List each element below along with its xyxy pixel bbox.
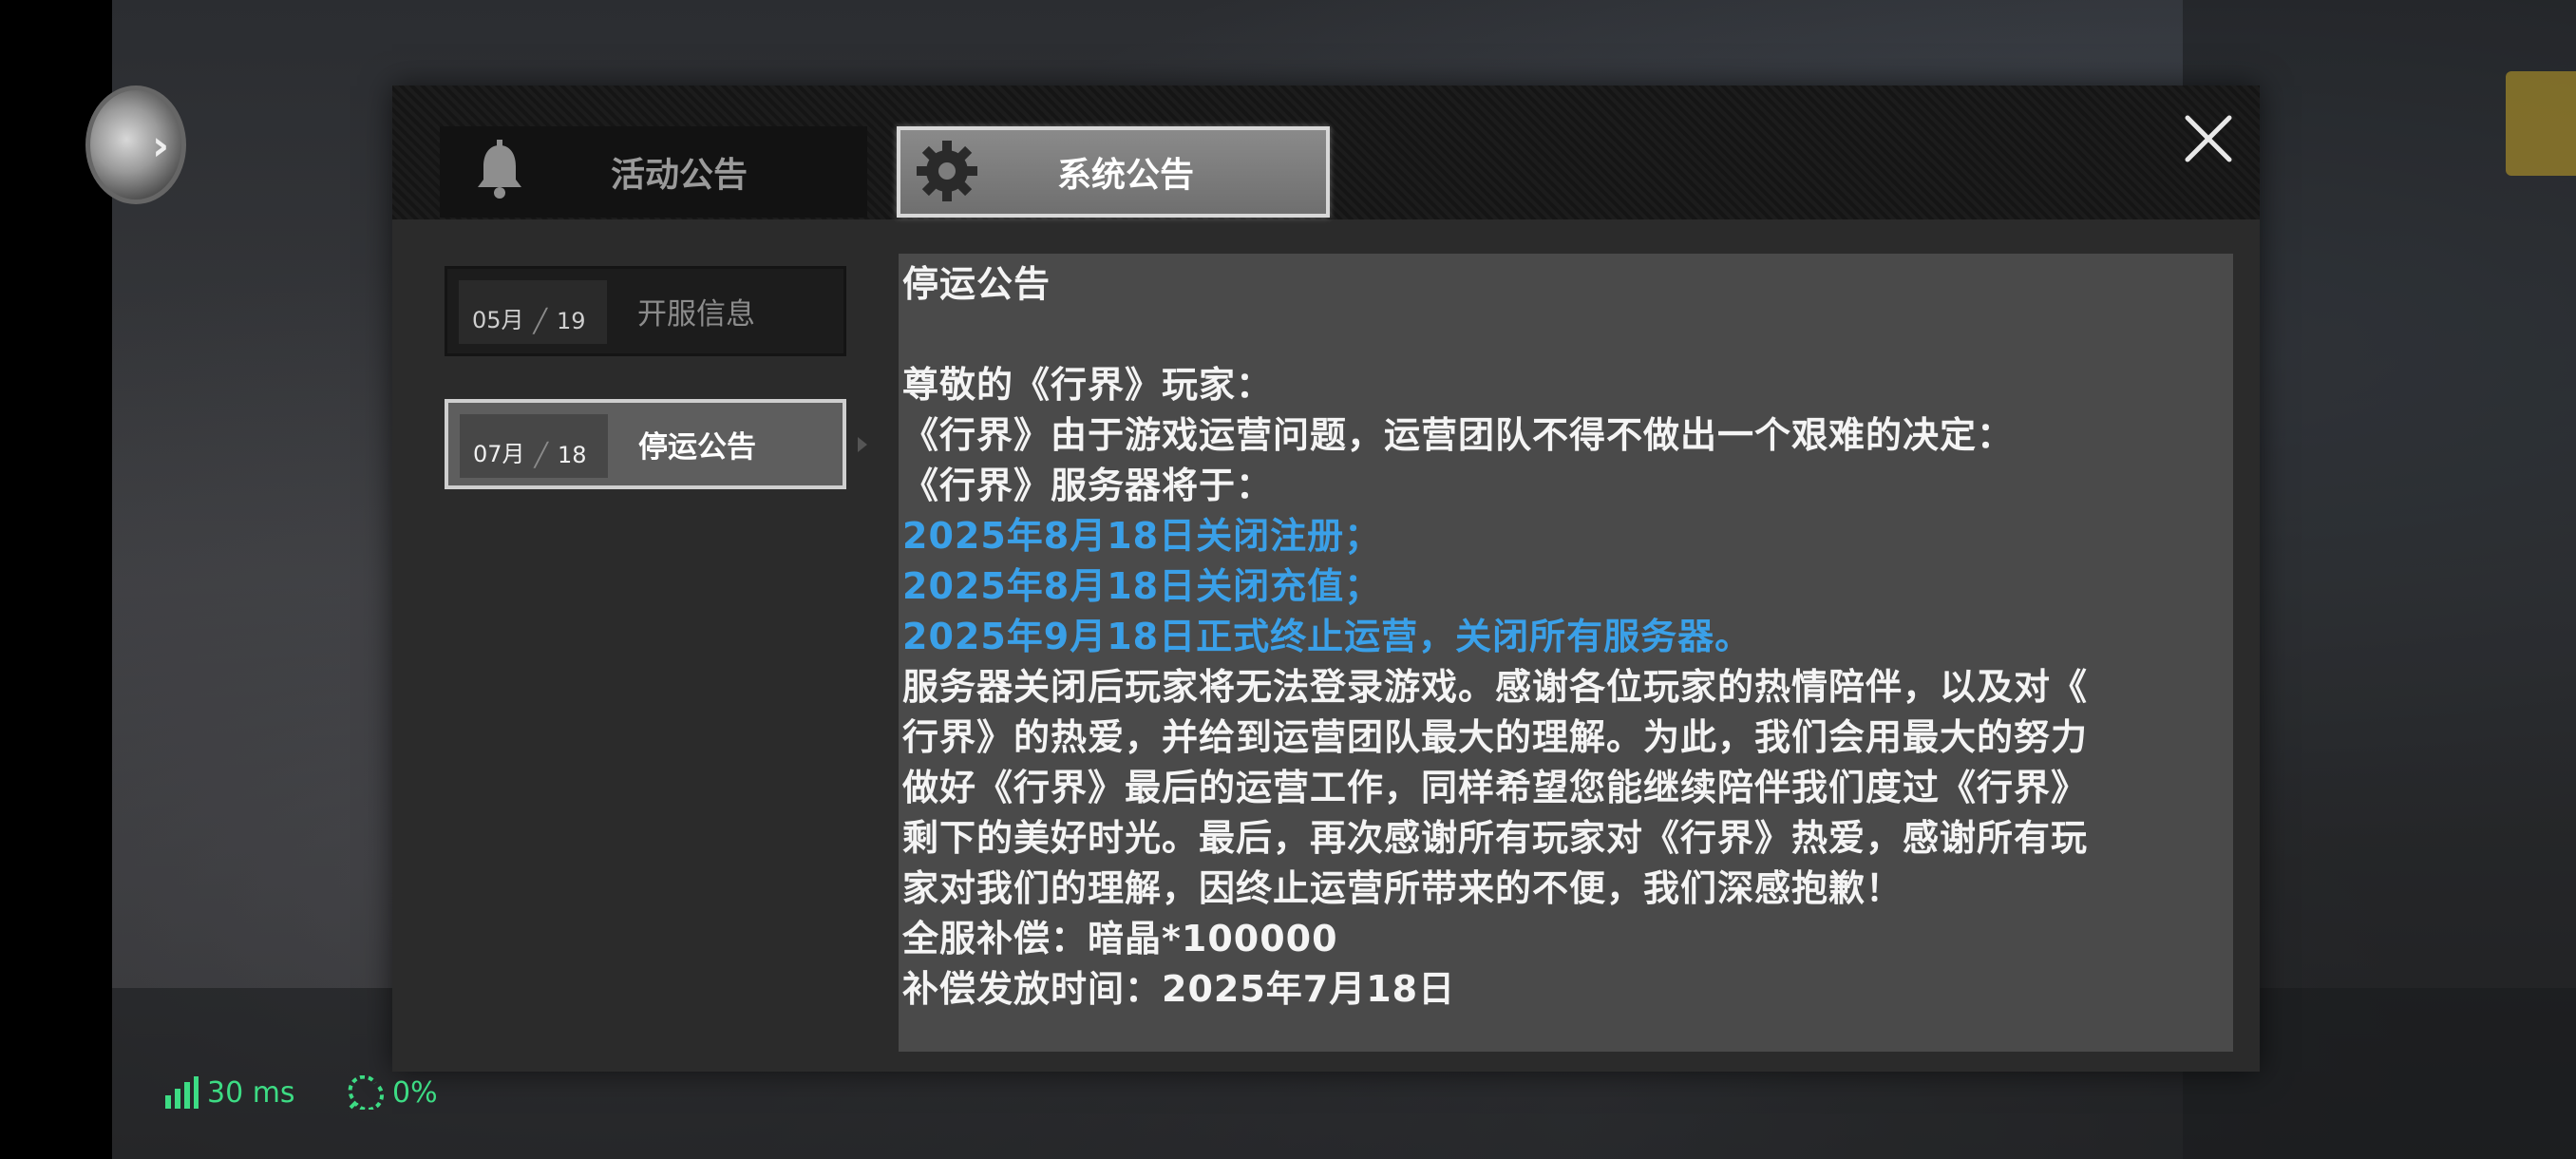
announcement-day: 19 xyxy=(557,308,586,334)
content-line: 《行界》由于游戏运营问题，运营团队不得不做出一个艰难的决定： xyxy=(902,414,2015,456)
close-icon[interactable] xyxy=(2178,108,2239,169)
avatar-button[interactable] xyxy=(85,86,186,204)
announcement-list-item-selected[interactable]: 07月 ╱ 18 停运公告 xyxy=(445,399,846,489)
announcement-title: 开服信息 xyxy=(637,297,755,332)
announcement-title: 停运公告 xyxy=(638,430,756,465)
content-line: 家对我们的理解，因终止运营所带来的不便，我们深感抱歉！ xyxy=(902,867,1904,909)
tab-activity-label: 活动公告 xyxy=(611,156,748,195)
announcement-date: 05月 ╱ 19 xyxy=(459,280,607,344)
selection-pointer-icon xyxy=(858,437,867,452)
ping-indicator: 30 ms xyxy=(163,1072,295,1113)
content-highlight-line: 2025年9月18日正式终止运营，关闭所有服务器。 xyxy=(902,616,1752,657)
announcement-date: 07月 ╱ 18 xyxy=(460,414,608,478)
packet-loss-indicator: 0% xyxy=(347,1072,438,1113)
tab-system-label: 系统公告 xyxy=(1057,156,1195,195)
content-line: 停运公告 xyxy=(902,263,1051,305)
content-line: 服务器关闭后玩家将无法登录游戏。感谢各位玩家的热情陪伴，以及对《 xyxy=(902,666,2089,708)
announcement-month: 07月 xyxy=(473,441,525,467)
content-line: 行界》的热爱，并给到运营团队最大的理解。为此，我们会用最大的努力 xyxy=(902,716,2089,758)
content-line: 做好《行界》最后的运营工作，同样希望您能继续陪伴我们度过《行界》 xyxy=(902,767,2089,808)
game-screen: › 活动公告 系统公告 05月 ╱ 19 开服信息 07月 ╱ 18 停运公告 … xyxy=(0,0,2576,1159)
content-line: 全服补偿：暗晶*100000 xyxy=(902,918,1338,960)
content-line: 补偿发放时间：2025年7月18日 xyxy=(902,968,1456,1010)
packet-loss-value: 0% xyxy=(392,1075,438,1110)
bell-icon xyxy=(478,140,521,199)
tab-system-announcement[interactable]: 系统公告 xyxy=(897,126,1330,218)
background-decoration xyxy=(2506,71,2576,176)
announcement-month: 05月 xyxy=(472,307,524,333)
announcement-content[interactable]: 停运公告尊敬的《行界》玩家： 《行界》由于游戏运营问题，运营团队不得不做出一个艰难… xyxy=(899,254,2233,1052)
tab-activity-announcement[interactable]: 活动公告 xyxy=(440,126,867,218)
ping-value: 30 ms xyxy=(207,1075,295,1110)
content-line: 剩下的美好时光。最后，再次感谢所有玩家对《行界》热爱，感谢所有玩 xyxy=(902,817,2089,859)
signal-bars-icon xyxy=(165,1076,199,1109)
packet-loss-icon xyxy=(348,1075,384,1110)
announcement-dialog: 活动公告 系统公告 05月 ╱ 19 开服信息 07月 ╱ 18 停运公告 停运… xyxy=(392,86,2260,1072)
announcement-day: 18 xyxy=(558,442,587,468)
content-line: 尊敬的《行界》玩家： xyxy=(902,364,1274,406)
content-highlight-line: 2025年8月18日关闭注册； xyxy=(902,515,1382,557)
content-line: 《行界》服务器将于： xyxy=(902,465,1274,506)
announcement-list-item[interactable]: 05月 ╱ 19 开服信息 xyxy=(445,266,846,356)
gear-icon xyxy=(917,141,977,201)
content-highlight-line: 2025年8月18日关闭充值； xyxy=(902,565,1382,607)
chevron-right-icon: › xyxy=(152,122,170,170)
